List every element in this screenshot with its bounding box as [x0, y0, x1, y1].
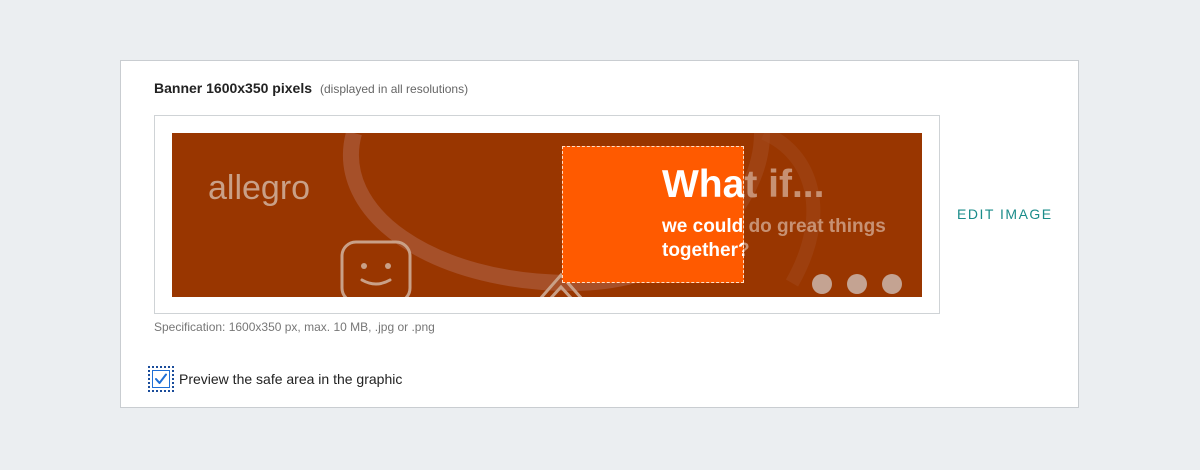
dot-icon — [847, 274, 867, 294]
smiley-icon — [340, 240, 412, 297]
dot-icon — [882, 274, 902, 294]
banner-image-frame: allegro What if... we could do great thi… — [154, 115, 940, 314]
banner-preview-image: allegro What if... we could do great thi… — [172, 133, 922, 297]
checkmark-icon — [155, 373, 167, 384]
banner-title: Banner 1600x350 pixels — [154, 80, 312, 96]
dot-icon — [812, 274, 832, 294]
banner-settings-panel: Banner 1600x350 pixels (displayed in all… — [120, 60, 1079, 408]
specification-text: Specification: 1600x350 px, max. 10 MB, … — [154, 320, 435, 334]
safe-area-checkbox[interactable] — [148, 366, 174, 392]
edit-image-button[interactable]: EDIT IMAGE — [957, 206, 1053, 222]
carousel-dots — [812, 274, 902, 294]
allegro-logo: allegro — [208, 169, 311, 207]
outside-safe-area-shade — [744, 133, 922, 297]
banner-header: Banner 1600x350 pixels (displayed in all… — [154, 80, 468, 96]
safe-area-preview-toggle[interactable]: Preview the safe area in the graphic — [148, 366, 403, 392]
safe-area-checkbox-label: Preview the safe area in the graphic — [179, 371, 403, 387]
banner-subtitle: (displayed in all resolutions) — [320, 82, 469, 96]
